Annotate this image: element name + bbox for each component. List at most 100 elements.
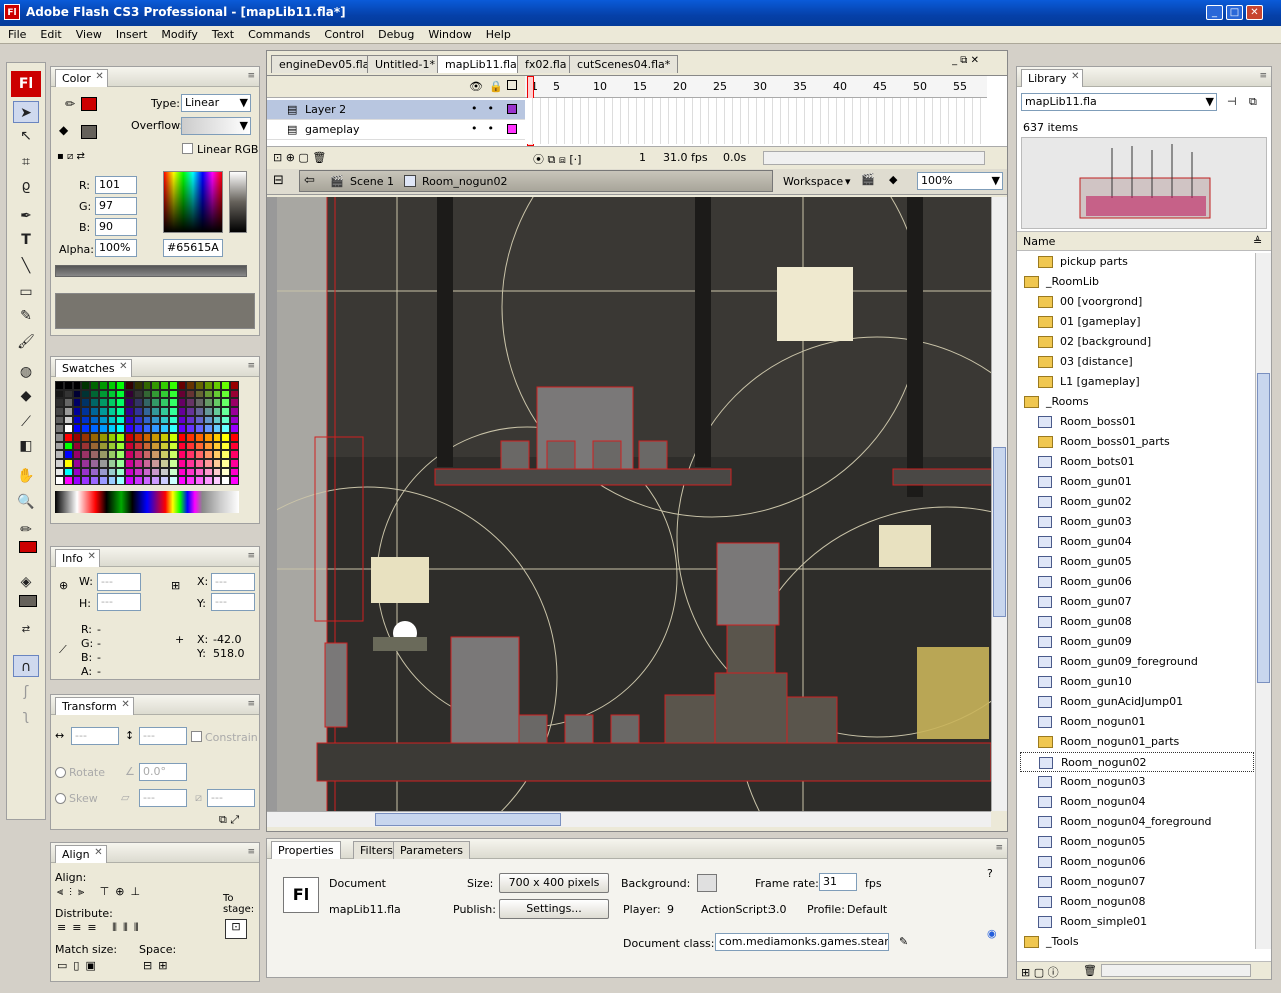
swatch[interactable] — [212, 467, 222, 477]
swatch[interactable] — [142, 450, 152, 459]
swatch[interactable] — [186, 476, 196, 485]
library-item[interactable]: Room_gun09_foreground — [1020, 652, 1254, 672]
swatch[interactable] — [203, 415, 213, 425]
stage-vertical-scrollbar[interactable] — [991, 197, 1007, 811]
swatch[interactable] — [81, 450, 91, 459]
eyedropper-tool-icon[interactable]: ⟋ — [13, 411, 39, 433]
swatch[interactable] — [55, 406, 64, 416]
selection-tool-icon[interactable]: ➤ — [13, 101, 39, 123]
onion-skin-icon[interactable]: ⦿ ⧉ ⧈ [·] — [533, 151, 581, 167]
menu-commands[interactable]: Commands — [240, 26, 316, 41]
library-item[interactable]: Room_boss01 — [1020, 412, 1254, 432]
fill-swatch[interactable] — [81, 125, 97, 139]
workspace-menu[interactable]: Workspace — [783, 175, 843, 188]
swatch[interactable] — [55, 415, 64, 425]
swatch[interactable] — [195, 450, 204, 459]
swatch[interactable] — [203, 398, 213, 407]
swatch[interactable] — [98, 415, 108, 425]
rotate-input[interactable]: 0.0° — [139, 763, 187, 781]
swatch[interactable] — [221, 467, 231, 477]
doc-tab[interactable]: cutScenes04.fla* — [569, 55, 679, 73]
panel-menu-icon[interactable]: ≡ — [247, 71, 255, 81]
swatch[interactable] — [230, 398, 239, 407]
swatch[interactable] — [63, 450, 73, 459]
swatch[interactable] — [142, 415, 152, 425]
transform-w-input[interactable]: --- — [71, 727, 119, 745]
library-item[interactable]: Room_gun06 — [1020, 572, 1254, 592]
swatch[interactable] — [212, 389, 222, 399]
swatch[interactable] — [151, 441, 161, 451]
swatch[interactable] — [63, 424, 73, 433]
stage-horizontal-scrollbar[interactable] — [267, 811, 991, 827]
swatch[interactable] — [203, 406, 213, 416]
frame-rate-input[interactable]: 31 — [819, 873, 857, 891]
swatch[interactable] — [116, 458, 126, 468]
library-h-scrollbar[interactable] — [1101, 964, 1251, 977]
menu-help[interactable]: Help — [478, 26, 517, 41]
swatch[interactable] — [90, 450, 99, 459]
swatch[interactable] — [125, 398, 134, 407]
brightness-slider[interactable] — [229, 171, 247, 233]
library-column-header[interactable]: Name ≜ — [1017, 231, 1271, 251]
swatch[interactable] — [81, 389, 91, 399]
swatch[interactable] — [195, 398, 204, 407]
swatch[interactable] — [186, 381, 196, 390]
swatch[interactable] — [151, 406, 161, 416]
swatch[interactable] — [81, 381, 91, 390]
swatch[interactable] — [186, 415, 196, 425]
swatch[interactable] — [195, 415, 204, 425]
rectangle-tool-icon[interactable]: ▭ — [13, 281, 39, 303]
swatch[interactable] — [63, 458, 73, 468]
library-item[interactable]: _Rooms — [1020, 392, 1254, 412]
info-tab[interactable]: Info ✕ — [55, 549, 100, 567]
swatch[interactable] — [81, 441, 91, 451]
swatch[interactable] — [90, 458, 99, 468]
smooth-icon[interactable]: ʃ — [13, 681, 39, 703]
swatch[interactable] — [142, 406, 152, 416]
swatch[interactable] — [72, 424, 82, 433]
symbol-breadcrumb[interactable]: Room_nogun02 — [422, 175, 507, 188]
info-x-input[interactable]: --- — [211, 573, 255, 591]
swatch[interactable] — [212, 450, 222, 459]
swatch[interactable] — [230, 432, 239, 442]
swatch[interactable] — [125, 476, 134, 485]
skew-v-input[interactable]: --- — [207, 789, 255, 807]
copy-transform-icon[interactable]: ⧉ ⤢ — [219, 813, 239, 827]
minimize-button[interactable]: _ — [1206, 5, 1223, 20]
menu-view[interactable]: View — [68, 26, 108, 41]
swatch[interactable] — [160, 467, 169, 477]
swatch[interactable] — [133, 467, 143, 477]
swatch[interactable] — [212, 476, 222, 485]
paint-bucket-tool-icon[interactable]: ◆ — [13, 385, 39, 407]
menu-text[interactable]: Text — [204, 26, 240, 41]
swatch[interactable] — [90, 432, 99, 442]
swatch[interactable] — [168, 441, 178, 451]
swatch[interactable] — [55, 467, 64, 477]
prop-tab[interactable]: Properties — [271, 841, 341, 859]
swatch[interactable] — [81, 458, 91, 468]
straighten-icon[interactable]: ʅ — [13, 705, 39, 727]
swatch[interactable] — [55, 398, 64, 407]
swatch[interactable] — [168, 458, 178, 468]
swatch[interactable] — [230, 450, 239, 459]
library-item[interactable]: Room_nogun04_foreground — [1020, 812, 1254, 832]
swatch[interactable] — [160, 476, 169, 485]
swatch[interactable] — [107, 381, 117, 390]
swatch[interactable] — [63, 441, 73, 451]
swatch[interactable] — [81, 467, 91, 477]
swatch[interactable] — [133, 389, 143, 399]
swatch[interactable] — [177, 467, 187, 477]
info-y-input[interactable]: --- — [211, 593, 255, 611]
swatch[interactable] — [160, 415, 169, 425]
ink-bottle-tool-icon[interactable]: ◍ — [13, 361, 39, 383]
swatch[interactable] — [168, 381, 178, 390]
swatch[interactable] — [90, 381, 99, 390]
swatch[interactable] — [151, 476, 161, 485]
doc-tab[interactable]: Untitled-1* — [367, 55, 443, 73]
swatch[interactable] — [125, 450, 134, 459]
library-item[interactable]: Room_nogun05 — [1020, 832, 1254, 852]
swatch[interactable] — [151, 432, 161, 442]
default-colors-icon[interactable]: ▪ ⧄ ⇄ — [57, 151, 85, 162]
swatch[interactable] — [212, 398, 222, 407]
library-item[interactable]: 03 [distance] — [1020, 352, 1254, 372]
